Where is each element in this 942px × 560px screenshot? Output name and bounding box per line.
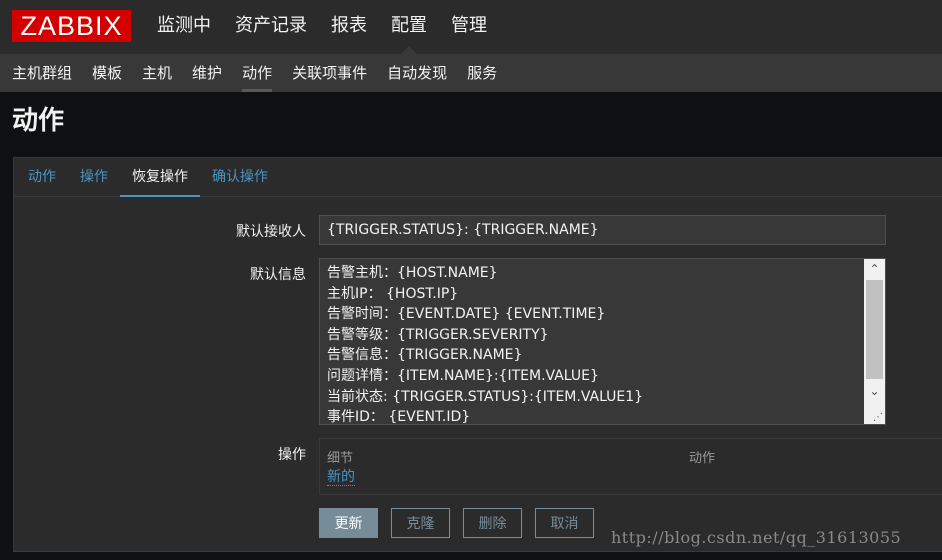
submenu-hosts[interactable]: 主机 — [132, 54, 182, 92]
top-navigation-bar: ZABBIX 监测中 资产记录 报表 配置 管理 — [0, 0, 942, 54]
message-line: 告警信息：{TRIGGER.NAME} — [327, 347, 523, 364]
clone-button[interactable]: 克隆 — [391, 508, 450, 538]
submenu-maintenance[interactable]: 维护 — [182, 54, 232, 92]
watermark-url: http://blog.csdn.net/qq_31613055 — [611, 528, 902, 547]
new-operation-link[interactable]: 新的 — [327, 469, 355, 486]
message-line: 问题详情：{ITEM.NAME}:{ITEM.VALUE} — [327, 367, 599, 384]
main-menu: 监测中 资产记录 报表 配置 管理 — [145, 0, 499, 54]
update-button[interactable]: 更新 — [319, 508, 378, 538]
delete-button[interactable]: 删除 — [463, 508, 522, 538]
page-title: 动作 — [12, 106, 65, 136]
tab-action[interactable]: 动作 — [16, 158, 68, 196]
submenu-discovery[interactable]: 自动发现 — [377, 54, 457, 92]
message-line: 当前状态: {TRIGGER.STATUS}:{ITEM.VALUE1} — [327, 388, 644, 405]
submenu-host-groups[interactable]: 主机群组 — [2, 54, 82, 92]
scroll-up-icon[interactable]: ⌃ — [864, 259, 885, 279]
operations-table: 细节 动作 新的 — [319, 438, 942, 495]
default-message-textarea[interactable]: 告警主机：{HOST.NAME} 主机IP： {HOST.IP} 告警时间：{E… — [319, 258, 886, 425]
form-tabs: 动作 操作 恢复操作 确认操作 — [14, 158, 942, 197]
message-line: 告警主机：{HOST.NAME} — [327, 265, 498, 281]
configuration-submenu: 主机群组 模板 主机 维护 动作 关联项事件 自动发现 服务 — [0, 54, 942, 92]
message-line: 事件ID： {EVENT.ID} — [327, 409, 471, 425]
submenu-templates[interactable]: 模板 — [82, 54, 132, 92]
menu-inventory[interactable]: 资产记录 — [223, 0, 319, 54]
tab-operations[interactable]: 操作 — [68, 158, 120, 196]
menu-reports[interactable]: 报表 — [319, 0, 379, 54]
column-header-action: 动作 — [689, 451, 716, 466]
cancel-button[interactable]: 取消 — [535, 508, 594, 538]
scroll-down-icon[interactable]: ⌄ — [864, 381, 885, 401]
operations-label: 操作 — [278, 447, 306, 463]
menu-configuration[interactable]: 配置 — [379, 0, 439, 54]
message-line: 主机IP： {HOST.IP} — [327, 285, 459, 302]
submenu-services[interactable]: 服务 — [457, 54, 507, 92]
action-form-panel: 动作 操作 恢复操作 确认操作 默认接收人 {TRIGGER.STATUS}: … — [13, 157, 942, 552]
submenu-event-correlation[interactable]: 关联项事件 — [282, 54, 377, 92]
message-lines: 告警主机：{HOST.NAME} 主机IP： {HOST.IP} 告警时间：{E… — [327, 263, 863, 425]
zabbix-logo[interactable]: ZABBIX — [12, 10, 131, 42]
resize-grip-icon[interactable]: ⋰ — [873, 412, 883, 423]
message-line: 告警等级：{TRIGGER.SEVERITY} — [327, 326, 549, 343]
message-line: 告警时间：{EVENT.DATE} {EVENT.TIME} — [327, 306, 606, 323]
menu-monitoring[interactable]: 监测中 — [145, 0, 223, 54]
tab-acknowledge-operations[interactable]: 确认操作 — [200, 158, 280, 196]
message-scrollbar[interactable]: ⌃ ⌄ — [864, 259, 885, 424]
scroll-thumb[interactable] — [866, 280, 883, 379]
menu-administration[interactable]: 管理 — [439, 0, 499, 54]
default-message-label: 默认信息 — [250, 267, 306, 283]
default-recipient-input[interactable]: {TRIGGER.STATUS}: {TRIGGER.NAME} — [319, 215, 886, 245]
tab-recovery-operations[interactable]: 恢复操作 — [120, 158, 200, 197]
column-header-details: 细节 — [327, 451, 354, 466]
default-recipient-label: 默认接收人 — [236, 224, 306, 240]
submenu-actions[interactable]: 动作 — [232, 54, 282, 92]
